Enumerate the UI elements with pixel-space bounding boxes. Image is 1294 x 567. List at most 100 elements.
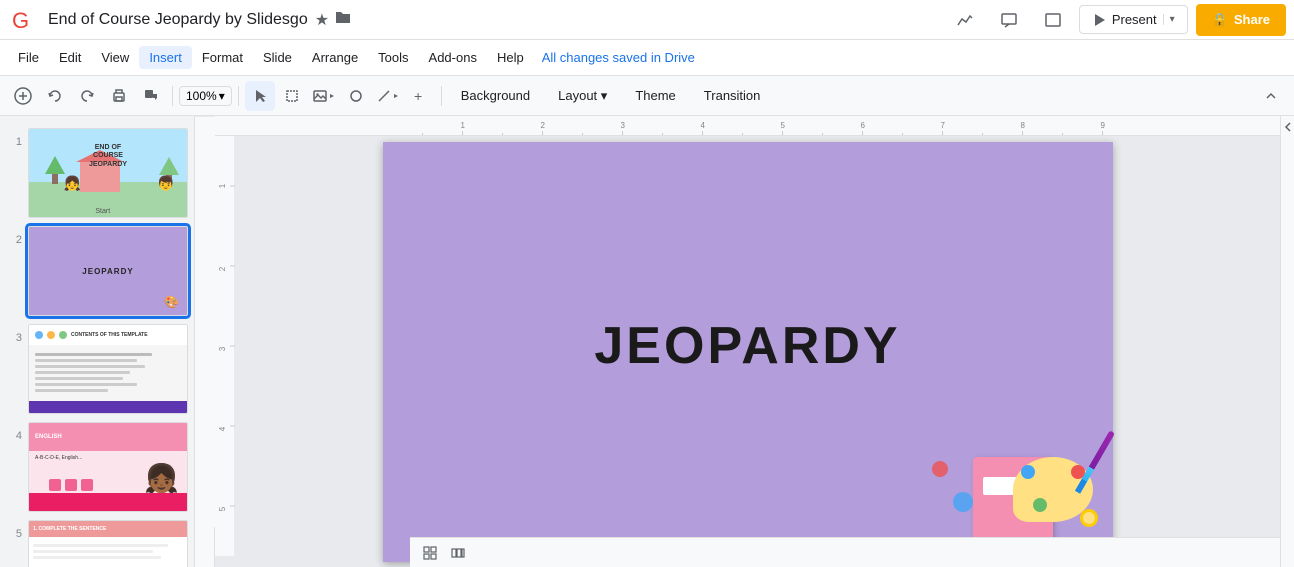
svg-text:7: 7 [941, 121, 946, 130]
canvas-main-title: JEOPARDY [594, 316, 900, 376]
slide-thumb-4[interactable]: ENGLISH A-B-C-D-E, English... 👧🏾 [28, 422, 188, 512]
star-icon[interactable]: ★ [315, 10, 329, 30]
canvas-area[interactable]: 1 2 3 4 5 JEOPARDY [215, 136, 1280, 567]
transition-btn[interactable]: Transition [691, 83, 774, 108]
share-label: Share [1234, 12, 1270, 27]
collapse-panel-btn[interactable] [1283, 120, 1293, 137]
slide4-title-thumb: ENGLISH [35, 434, 62, 440]
right-panel [1280, 116, 1294, 567]
slide-num-3: 3 [8, 332, 22, 344]
slide4-abcs: A-B-C-D-E, English... [35, 455, 82, 461]
svg-text:6: 6 [861, 121, 866, 130]
layout-chevron: ▾ [601, 88, 608, 103]
menu-slide[interactable]: Slide [253, 46, 302, 69]
menu-addons[interactable]: Add-ons [419, 46, 487, 69]
slide-num-4: 4 [8, 430, 22, 442]
present-arrow[interactable]: ▾ [1163, 14, 1175, 25]
share-button[interactable]: 🔒 Share [1196, 4, 1286, 36]
svg-text:1: 1 [461, 121, 466, 130]
menu-help[interactable]: Help [487, 46, 534, 69]
layout-label: Layout [558, 88, 597, 103]
slide-item-3[interactable]: 3 CONTENTS OF THIS TEMPLATE [0, 320, 194, 418]
svg-text:5: 5 [781, 121, 786, 130]
shape-btn[interactable] [341, 81, 371, 111]
slide-item-1[interactable]: 1 END OFCOUR [0, 124, 194, 222]
svg-text:8: 8 [1021, 121, 1026, 130]
slide-item-5[interactable]: 5 1. COMPLETE THE SENTENCE [0, 516, 194, 567]
zoom-value: 100% [186, 89, 217, 103]
svg-text:5: 5 [218, 506, 227, 511]
comment-icon-btn[interactable] [991, 2, 1027, 38]
svg-text:4: 4 [701, 121, 706, 130]
svg-text:3: 3 [218, 346, 227, 351]
slide5-title-thumb: 1. COMPLETE THE SENTENCE [33, 526, 106, 532]
redo-btn[interactable] [72, 81, 102, 111]
slide-num-2: 2 [8, 234, 22, 246]
select-btn[interactable] [277, 81, 307, 111]
layout-btn[interactable]: Layout ▾ [545, 83, 620, 109]
divider-1 [172, 86, 173, 106]
special-btn[interactable]: + [405, 81, 435, 111]
editor-area: 1 2 3 4 5 6 7 8 9 [215, 116, 1280, 567]
background-btn[interactable]: Background [448, 83, 543, 108]
slide-thumb-1[interactable]: END OFCOURSEJEOPARDY 👧 👦 Start [28, 128, 188, 218]
slides-icon-btn[interactable] [1035, 2, 1071, 38]
slide-canvas[interactable]: JEOPARDY [383, 142, 1113, 562]
slide-thumb-2[interactable]: JEOPARDY 🎨 [28, 226, 188, 316]
paint-format-btn[interactable] [136, 81, 166, 111]
slide-num-5: 5 [8, 528, 22, 540]
menu-edit[interactable]: Edit [49, 46, 91, 69]
svg-text:4: 4 [218, 426, 227, 431]
slide3-title-thumb: CONTENTS OF THIS TEMPLATE [71, 332, 148, 338]
print-btn[interactable] [104, 81, 134, 111]
slide-item-4[interactable]: 4 ENGLISH A-B-C-D-E, English... 👧🏾 [0, 418, 194, 516]
slide1-title: END OFCOURSEJEOPARDY [89, 144, 127, 169]
slide-panel: 1 END OFCOUR [0, 116, 195, 567]
menu-file[interactable]: File [8, 46, 49, 69]
svg-text:3: 3 [621, 121, 626, 130]
filmstrip-view-btn[interactable] [446, 541, 470, 565]
menu-insert[interactable]: Insert [139, 46, 192, 69]
left-ruler: // ruler ticks will be drawn with CSS [195, 116, 215, 567]
theme-btn[interactable]: Theme [622, 83, 688, 108]
add-item-btn[interactable] [8, 81, 38, 111]
slide-num-1: 1 [8, 136, 22, 148]
bottom-panel [410, 537, 1280, 567]
lock-icon: 🔒 [1212, 12, 1228, 28]
svg-text:1: 1 [218, 183, 227, 188]
folder-icon[interactable] [335, 9, 351, 30]
menu-view[interactable]: View [91, 46, 139, 69]
cursor-btn[interactable] [245, 81, 275, 111]
blue-circle-deco [953, 492, 973, 512]
image-btn[interactable] [309, 81, 339, 111]
document-title[interactable]: End of Course Jeopardy by Slidesgo [48, 11, 308, 29]
svg-text:2: 2 [218, 266, 227, 271]
line-btn[interactable] [373, 81, 403, 111]
undo-btn[interactable] [40, 81, 70, 111]
present-label: Present [1112, 12, 1157, 27]
slide-thumb-3[interactable]: CONTENTS OF THIS TEMPLATE [28, 324, 188, 414]
title-bar: G End of Course Jeopardy by Slidesgo ★ [0, 0, 1294, 40]
svg-text:G: G [12, 8, 29, 33]
slide2-icon: 🎨 [164, 295, 179, 309]
svg-text:2: 2 [541, 121, 546, 130]
svg-text:9: 9 [1101, 121, 1106, 130]
top-ruler: 1 2 3 4 5 6 7 8 9 [215, 116, 1280, 136]
svg-text:+: + [414, 88, 422, 104]
zoom-chevron: ▾ [219, 89, 225, 103]
main-content: 1 END OFCOUR [0, 116, 1294, 567]
slide-item-2[interactable]: 2 JEOPARDY 🎨 [0, 222, 194, 320]
zoom-control[interactable]: 100% ▾ [179, 86, 232, 106]
slide-thumb-5[interactable]: 1. COMPLETE THE SENTENCE [28, 520, 188, 567]
menu-arrange[interactable]: Arrange [302, 46, 368, 69]
menu-bar: File Edit View Insert Format Slide Arran… [0, 40, 1294, 76]
saved-text: All changes saved in Drive [542, 50, 695, 65]
present-button[interactable]: Present ▾ [1079, 5, 1188, 34]
grid-view-btn[interactable] [418, 541, 442, 565]
toolbar: 100% ▾ + Background Layout ▾ Theme Trans… [0, 76, 1294, 116]
menu-format[interactable]: Format [192, 46, 253, 69]
collapse-toolbar-btn[interactable] [1256, 81, 1286, 111]
divider-3 [441, 86, 442, 106]
chart-icon-btn[interactable] [947, 2, 983, 38]
menu-tools[interactable]: Tools [368, 46, 418, 69]
